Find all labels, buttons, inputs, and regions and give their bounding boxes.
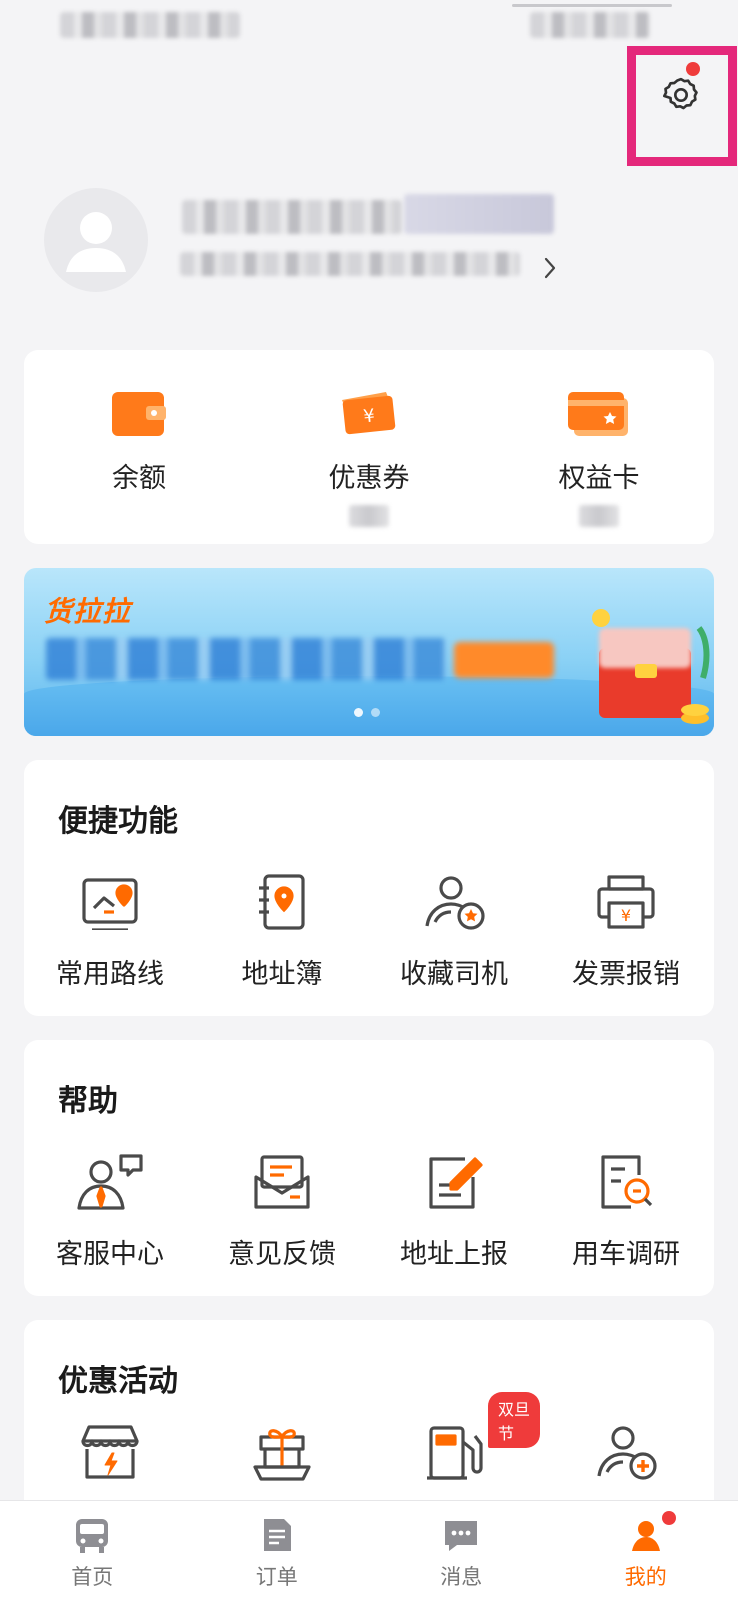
tab-label: 消息 — [440, 1565, 483, 1589]
banner-dot-active[interactable] — [354, 708, 363, 717]
banner-headline-blur — [46, 638, 446, 680]
wallet-balance-label: 余额 — [112, 463, 166, 494]
bus-icon — [76, 1519, 109, 1553]
banner-cta-blur — [454, 642, 554, 678]
settings-button[interactable] — [656, 62, 706, 120]
help-item-label: 用车调研 — [572, 1239, 680, 1270]
wallet-benefit-count-blur — [579, 505, 619, 527]
survey-search-icon — [601, 1155, 653, 1209]
help-grid: 客服中心 意见反馈 地址上报 用车调研 — [24, 1150, 714, 1271]
banner-dot[interactable] — [371, 708, 380, 717]
quick-item-invoice[interactable]: ¥ 发票报销 — [540, 870, 712, 991]
chevron-right-icon[interactable] — [543, 256, 557, 280]
tab-mine[interactable]: 我的 — [554, 1501, 738, 1600]
status-bar — [0, 0, 738, 50]
svg-text:¥: ¥ — [621, 906, 631, 925]
invoice-printer-icon: ¥ — [597, 875, 655, 929]
tab-label: 首页 — [71, 1565, 114, 1589]
favorite-driver-icon — [425, 876, 485, 930]
store-icon — [81, 1425, 139, 1479]
wallet-card: 余额 ¥ 优惠券 权益卡 — [24, 350, 714, 544]
settings-notification-dot — [686, 62, 700, 76]
quick-item-favorite-drivers[interactable]: 收藏司机 — [368, 870, 540, 991]
fuel-pump-icon — [427, 1426, 483, 1480]
help-item-customer-service[interactable]: 客服中心 — [24, 1150, 196, 1271]
user-tag-blur — [404, 194, 554, 234]
quick-functions-grid: 常用路线 地址簿 收藏司机 ¥ 发票报销 — [24, 870, 714, 991]
wallet-benefit-label: 权益卡 — [558, 463, 640, 494]
wallet-coupon-count-blur — [349, 505, 389, 527]
quick-item-address-book[interactable]: 地址簿 — [196, 870, 368, 991]
status-bar-icons-blur — [530, 12, 650, 38]
quick-item-common-routes[interactable]: 常用路线 — [24, 870, 196, 991]
gear-icon — [663, 77, 698, 110]
wallet-item-coupon[interactable]: ¥ 优惠券 — [254, 350, 484, 550]
quick-functions-card: 便捷功能 常用路线 地址簿 收藏司机 ¥ 发票报销 — [24, 760, 714, 1016]
user-name-blur — [182, 200, 402, 234]
feedback-mail-icon — [254, 1155, 310, 1209]
promo-item-gift[interactable] — [196, 1420, 368, 1484]
quick-item-label: 发票报销 — [572, 959, 680, 990]
tab-orders[interactable]: 订单 — [185, 1501, 370, 1600]
quick-item-label: 地址簿 — [241, 959, 323, 990]
map-route-icon — [82, 878, 138, 930]
quick-functions-title: 便捷功能 — [58, 804, 178, 839]
address-report-icon — [429, 1157, 483, 1209]
mine-notification-dot — [661, 1511, 676, 1525]
tab-home[interactable]: 首页 — [0, 1501, 185, 1600]
quick-item-label: 常用路线 — [56, 959, 164, 990]
wallet-item-balance[interactable]: 余额 — [24, 350, 254, 550]
promotions-card: 优惠活动 双旦节 — [24, 1320, 714, 1520]
promo-item-driver[interactable] — [540, 1420, 712, 1484]
help-item-address-report[interactable]: 地址上报 — [368, 1150, 540, 1271]
tab-label: 订单 — [255, 1565, 298, 1589]
user-phone-blur — [180, 252, 520, 276]
profile-header[interactable] — [0, 180, 738, 300]
benefit-card-icon — [568, 392, 628, 436]
promo-item-store[interactable] — [24, 1420, 196, 1484]
address-book-icon — [259, 874, 305, 930]
chat-bubble-icon — [445, 1521, 478, 1551]
order-doc-icon — [263, 1519, 291, 1551]
status-bar-line — [512, 4, 672, 7]
status-bar-time-blur — [60, 12, 240, 38]
help-item-survey[interactable]: 用车调研 — [540, 1150, 712, 1271]
tab-label: 我的 — [624, 1565, 667, 1589]
help-card: 帮助 客服中心 意见反馈 地址上报 用车调研 — [24, 1040, 714, 1296]
default-avatar-icon — [66, 212, 126, 272]
help-item-label: 意见反馈 — [228, 1239, 336, 1270]
tab-messages[interactable]: 消息 — [369, 1501, 554, 1600]
help-item-feedback[interactable]: 意见反馈 — [196, 1150, 368, 1271]
wallet-item-benefit-card[interactable]: 权益卡 — [484, 350, 714, 550]
banner-brand-logo: 货拉拉 — [44, 595, 132, 628]
bottom-tab-bar: 首页 订单 消息 我的 — [0, 1500, 738, 1600]
wallet-icon — [112, 392, 166, 436]
promo-banner[interactable]: 货拉拉 — [24, 568, 714, 736]
promotions-grid: 双旦节 — [24, 1392, 714, 1484]
customer-service-icon — [77, 1154, 143, 1210]
driver-plus-icon — [597, 1426, 657, 1480]
mine-icon — [631, 1521, 660, 1551]
help-title: 帮助 — [58, 1084, 118, 1119]
quick-item-label: 收藏司机 — [400, 959, 508, 990]
help-item-label: 客服中心 — [56, 1239, 164, 1270]
coupon-icon: ¥ — [342, 392, 396, 435]
help-item-label: 地址上报 — [400, 1239, 508, 1270]
promotions-title: 优惠活动 — [58, 1364, 178, 1399]
red-envelope-illustration-icon — [592, 609, 710, 724]
promo-badge: 双旦节 — [488, 1392, 540, 1448]
banner-pagination — [354, 708, 380, 717]
gift-icon — [253, 1429, 311, 1481]
promo-item-fuel[interactable]: 双旦节 — [368, 1392, 540, 1484]
wallet-coupon-label: 优惠券 — [328, 463, 410, 494]
avatar[interactable] — [44, 188, 148, 292]
svg-text:¥: ¥ — [362, 405, 376, 427]
